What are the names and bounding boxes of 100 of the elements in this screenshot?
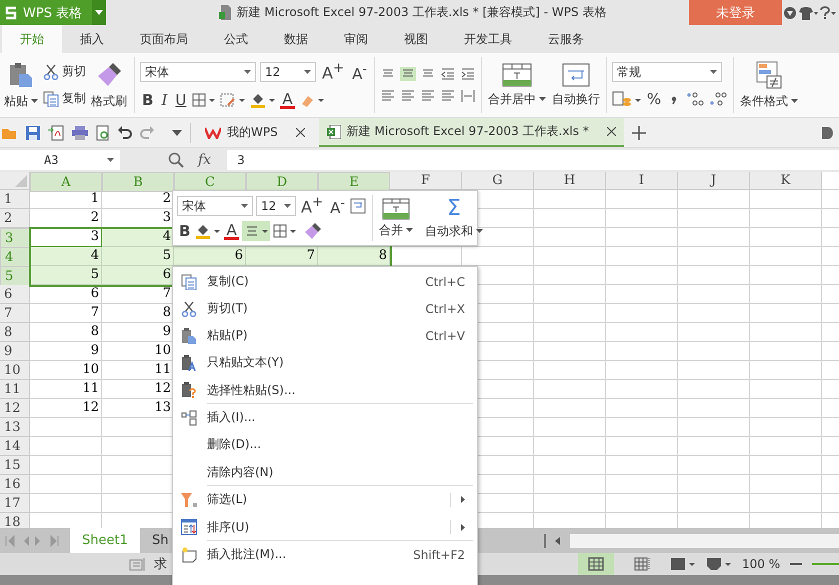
font-name-dropdown[interactable]: 宋体	[140, 62, 256, 82]
increase-indent-icon[interactable]	[460, 67, 476, 81]
ribbon-tab[interactable]: 视图	[386, 25, 446, 53]
sheet-tab[interactable]: Sheet1	[70, 528, 140, 553]
column-header[interactable]: K	[750, 172, 822, 190]
row-header[interactable]: 14	[0, 437, 30, 456]
search-icon[interactable]	[168, 152, 184, 168]
menu-item[interactable]: 复制(C) Ctrl+C	[173, 268, 477, 295]
font-color-button[interactable]: A	[280, 92, 295, 108]
formula-input[interactable]: 3	[227, 150, 839, 170]
ribbon-tab[interactable]: 插入	[62, 25, 122, 53]
column-header[interactable]: G	[462, 172, 534, 190]
autosum-button[interactable]: Σ 自动求和	[418, 196, 489, 240]
row-header[interactable]: 6	[0, 285, 30, 304]
number-format-dropdown[interactable]: 常规	[612, 62, 722, 82]
menu-item[interactable]: 删除(D)...	[173, 431, 477, 458]
caret-icon[interactable]	[172, 130, 182, 136]
cell-style-icon[interactable]	[220, 92, 246, 108]
print-preview-icon[interactable]	[96, 124, 110, 140]
new-tab-icon[interactable]	[632, 126, 646, 140]
row-header[interactable]: 9	[0, 342, 30, 361]
document-tab[interactable]: 我的WPS	[197, 118, 313, 147]
increase-decimal-icon[interactable]	[685, 90, 706, 108]
font-size-dropdown[interactable]: 12	[260, 62, 316, 82]
fill-color-icon[interactable]	[250, 92, 276, 108]
ribbon-tab[interactable]: 数据	[266, 25, 326, 53]
print-icon[interactable]	[72, 126, 88, 140]
borders-icon[interactable]	[192, 92, 216, 108]
cut-button[interactable]: 剪切	[43, 63, 86, 80]
menu-item[interactable]: 插入(I)...	[173, 404, 477, 431]
bold-button[interactable]: B	[140, 91, 156, 109]
row-header[interactable]: 1	[0, 190, 30, 209]
underline-button[interactable]: U	[173, 91, 188, 109]
align-center-icon[interactable]	[242, 221, 270, 241]
menu-item[interactable]: 粘贴(P) Ctrl+V	[173, 322, 477, 349]
row-header[interactable]: 17	[0, 494, 30, 513]
row-header[interactable]: 18	[0, 513, 30, 528]
align-icon[interactable]	[380, 89, 396, 103]
horizontal-scrollbar[interactable]	[570, 534, 839, 548]
grow-font-button[interactable]: A$^{+}$	[299, 195, 326, 217]
close-icon[interactable]	[606, 127, 616, 136]
column-header[interactable]: H	[534, 172, 606, 190]
percent-button[interactable]: %	[644, 90, 664, 108]
ribbon-tab[interactable]: 开始	[2, 25, 62, 53]
copy-button[interactable]: 复制	[43, 90, 86, 107]
zoom-out-icon[interactable]	[790, 562, 802, 566]
shirt-icon[interactable]	[798, 6, 818, 20]
export-pdf-icon[interactable]	[48, 124, 64, 140]
format-painter-button[interactable]: 格式刷	[91, 60, 127, 110]
row-header[interactable]: 2	[0, 209, 30, 228]
font-name-dropdown[interactable]: 宋体	[177, 196, 253, 216]
menu-item[interactable]: 筛选(L)	[173, 486, 477, 513]
borders-icon[interactable]	[272, 223, 299, 239]
close-icon[interactable]	[296, 128, 305, 137]
font-size-dropdown[interactable]: 12	[256, 196, 296, 216]
align-icon[interactable]	[400, 67, 416, 81]
bold-button[interactable]: B	[177, 222, 192, 240]
row-header[interactable]: 7	[0, 304, 30, 323]
name-box[interactable]: A3	[0, 150, 120, 170]
merge-button[interactable]: 合并	[372, 198, 419, 238]
ribbon-tab[interactable]: 页面布局	[122, 25, 206, 53]
column-header[interactable]: J	[678, 172, 750, 190]
column-header[interactable]: I	[606, 172, 678, 190]
ribbon-tab[interactable]: 开发工具	[446, 25, 530, 53]
function-button[interactable]: fx	[198, 152, 212, 168]
row-header[interactable]: 11	[0, 380, 30, 399]
column-header[interactable]: F	[390, 172, 462, 190]
row-header[interactable]: 16	[0, 475, 30, 494]
document-tab[interactable]: 新建 Microsoft Excel 97-2003 工作表.xls *	[318, 118, 624, 147]
help-icon[interactable]	[818, 6, 838, 20]
menu-item[interactable]: 剪切(T) Ctrl+X	[173, 295, 477, 322]
wrap-text-icon[interactable]	[350, 198, 366, 214]
align-icon[interactable]	[440, 89, 456, 103]
ribbon-tab[interactable]: 云服务	[530, 25, 602, 53]
list-icon[interactable]	[128, 557, 146, 571]
italic-button[interactable]: I	[159, 91, 170, 109]
row-header[interactable]: 13	[0, 418, 30, 437]
view-button[interactable]	[578, 553, 614, 575]
shrink-font-button[interactable]: A$^{-}$	[350, 61, 369, 83]
wrap-text-button[interactable]: 自动换行	[552, 62, 600, 108]
row-header[interactable]: 12	[0, 399, 30, 418]
ribbon-tab[interactable]: 公式	[206, 25, 266, 53]
merge-center-button[interactable]: 合并居中	[488, 62, 546, 108]
app-menu-caret[interactable]	[92, 0, 106, 25]
shrink-font-button[interactable]: A$^{-}$	[328, 195, 347, 217]
row-header[interactable]: 15	[0, 456, 30, 475]
align-icon[interactable]	[400, 89, 416, 103]
distributed-icon[interactable]	[460, 89, 476, 103]
paste-button[interactable]: 粘贴	[4, 60, 38, 110]
font-color-button[interactable]: A	[224, 222, 239, 240]
save-icon[interactable]	[26, 126, 40, 140]
row-header[interactable]: 10	[0, 361, 30, 380]
conditional-format-button[interactable]: 条件格式	[740, 60, 798, 110]
decrease-decimal-icon[interactable]	[708, 90, 728, 108]
ribbon-tab[interactable]: 审阅	[326, 25, 386, 53]
grow-font-button[interactable]: A$^{+}$	[320, 61, 346, 83]
currency-icon[interactable]	[612, 90, 642, 108]
align-icon[interactable]	[420, 89, 436, 103]
decrease-indent-icon[interactable]	[440, 67, 456, 81]
menu-item[interactable]: 只粘贴文本(Y)	[173, 349, 477, 376]
